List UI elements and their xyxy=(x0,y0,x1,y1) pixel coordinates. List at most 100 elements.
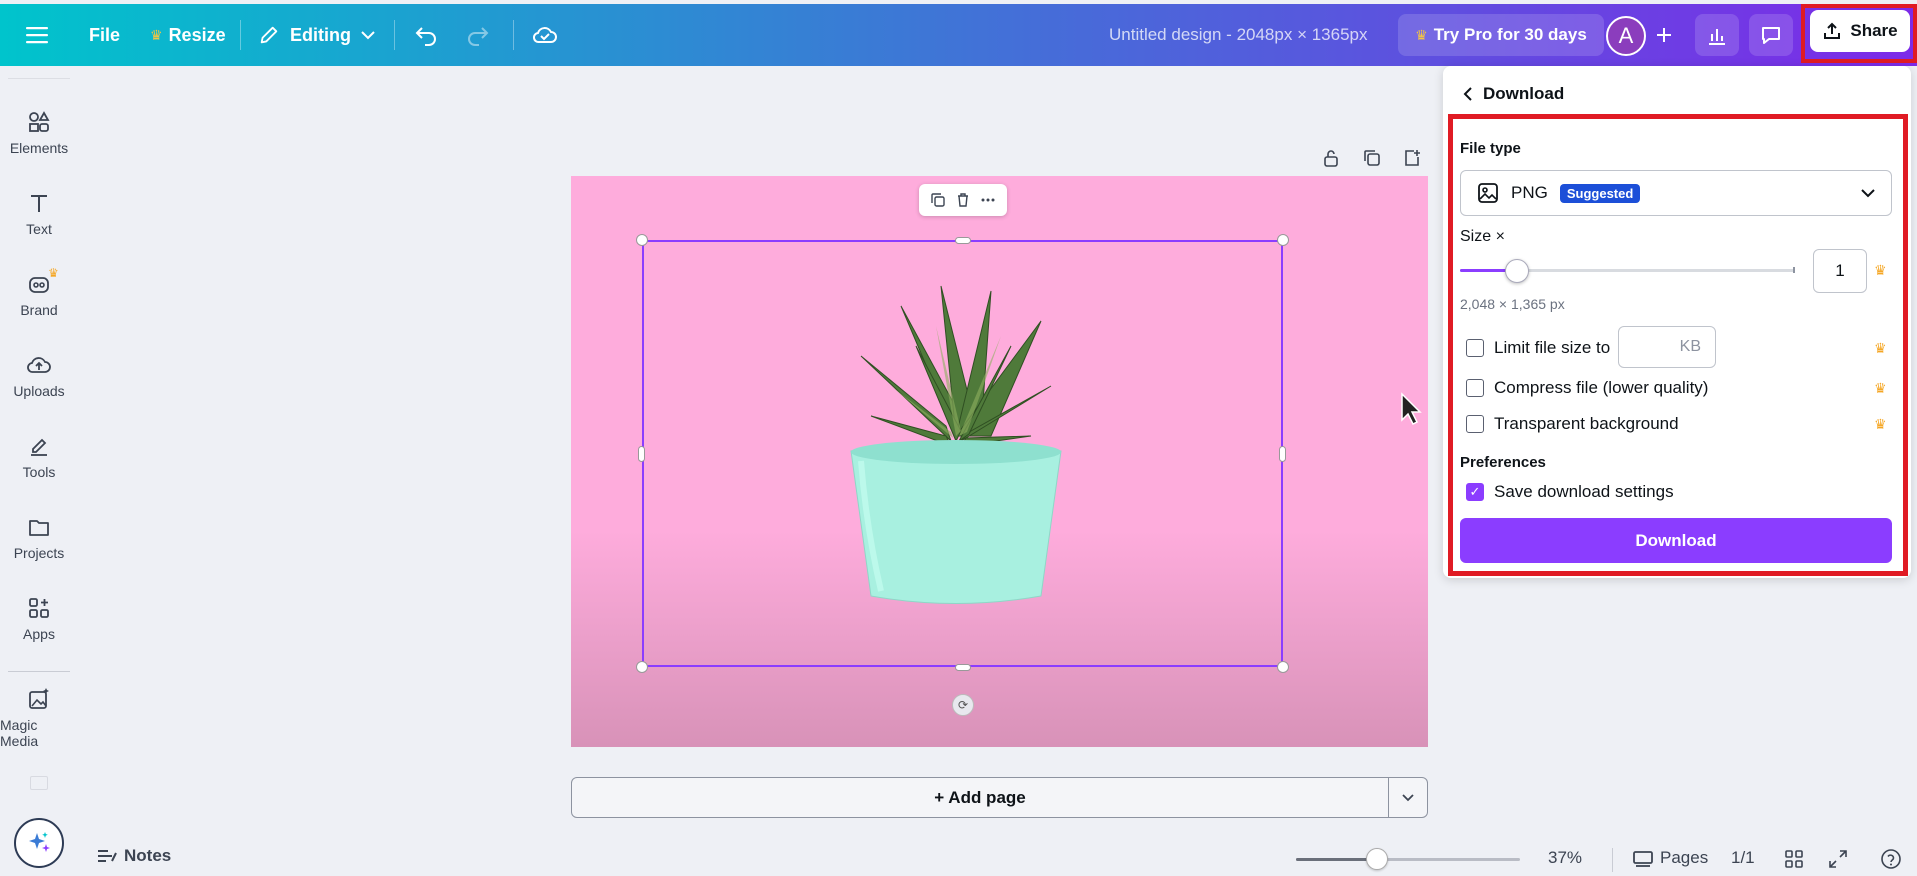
resize-handle-left[interactable] xyxy=(638,446,645,462)
crown-icon: ♛ xyxy=(48,266,59,280)
resize-handle-top-right[interactable] xyxy=(1277,234,1289,246)
resize-handle-bottom[interactable] xyxy=(955,664,971,671)
sidebar-item-tools[interactable]: Tools xyxy=(0,422,78,492)
preferences-label: Preferences xyxy=(1460,454,1546,471)
save-download-settings-option[interactable]: ✓ Save download settings xyxy=(1466,482,1674,502)
selection-box[interactable] xyxy=(642,240,1283,667)
resize-handle-right[interactable] xyxy=(1279,446,1286,462)
sidebar-item-label: Magic Media xyxy=(0,717,39,749)
save-download-settings-checkbox[interactable]: ✓ xyxy=(1466,483,1484,501)
transparent-background-label: Transparent background xyxy=(1494,414,1679,433)
try-pro-button[interactable]: ♛ Try Pro for 30 days xyxy=(1398,14,1604,56)
zoom-slider-fill xyxy=(1296,858,1377,861)
sidebar-item-uploads[interactable]: Uploads xyxy=(0,341,78,411)
resize-handle-bottom-left[interactable] xyxy=(636,661,648,673)
more-options-icon[interactable] xyxy=(980,192,996,208)
sidebar-item-label: Apps xyxy=(23,626,55,642)
compress-file-label: Compress file (lower quality) xyxy=(1494,378,1709,397)
add-collaborator-icon[interactable] xyxy=(1654,4,1674,66)
tools-icon xyxy=(31,438,47,456)
try-pro-label: Try Pro for 30 days xyxy=(1433,25,1587,44)
size-input[interactable]: 1 xyxy=(1813,249,1867,293)
sidebar-item-text[interactable]: Text xyxy=(0,179,78,249)
menu-icon[interactable] xyxy=(26,4,48,66)
limit-file-size-checkbox[interactable] xyxy=(1466,339,1484,357)
more-apps-icon[interactable] xyxy=(30,776,48,790)
zoom-slider-thumb[interactable] xyxy=(1365,848,1388,870)
transparent-background-checkbox[interactable] xyxy=(1466,415,1484,433)
file-menu[interactable]: File xyxy=(89,4,120,66)
top-bar: File ♛ Resize Editing Untitled design - … xyxy=(0,4,1917,66)
duplicate-page-icon[interactable] xyxy=(1358,144,1386,172)
size-slider-thumb[interactable] xyxy=(1504,259,1529,283)
comment-icon[interactable] xyxy=(1749,14,1793,56)
crown-icon: ♛ xyxy=(1874,416,1887,432)
magic-assistant-button[interactable] xyxy=(14,818,64,868)
pages-button-label[interactable]: Pages xyxy=(1660,848,1708,868)
divider xyxy=(1612,848,1613,872)
fullscreen-icon[interactable] xyxy=(1825,846,1851,872)
file-size-kb-input[interactable]: KB xyxy=(1618,326,1716,368)
compress-file-option[interactable]: Compress file (lower quality) xyxy=(1466,378,1708,398)
crown-icon: ♛ xyxy=(1874,380,1887,396)
resize-button[interactable]: ♛ Resize xyxy=(150,4,226,66)
compress-file-checkbox[interactable] xyxy=(1466,379,1484,397)
chevron-down-icon xyxy=(361,31,375,40)
add-page-icon[interactable] xyxy=(1398,144,1426,172)
add-page-label: + Add page xyxy=(934,787,1026,807)
editing-mode-dropdown[interactable]: Editing xyxy=(258,4,375,66)
crown-icon: ♛ xyxy=(1874,262,1887,278)
avatar[interactable]: A xyxy=(1606,16,1646,56)
transparent-background-option[interactable]: Transparent background xyxy=(1466,414,1679,434)
sidebar-item-projects[interactable]: Projects xyxy=(0,503,78,573)
pencil-icon xyxy=(260,26,278,44)
notes-button[interactable]: Notes xyxy=(96,846,171,866)
sidebar-item-brand[interactable]: ♛ Brand xyxy=(0,260,78,330)
add-page-options-button[interactable] xyxy=(1389,777,1428,818)
slider-end-tick xyxy=(1793,267,1795,273)
crown-icon: ♛ xyxy=(1874,340,1887,356)
limit-file-size-option[interactable]: Limit file size to xyxy=(1466,338,1610,358)
add-page-button[interactable]: + Add page xyxy=(571,777,1389,818)
divider xyxy=(240,20,241,50)
download-panel-header[interactable]: Download xyxy=(1463,84,1564,104)
suggested-badge: Suggested xyxy=(1559,183,1641,203)
undo-icon[interactable] xyxy=(414,4,438,66)
cloud-saved-icon[interactable] xyxy=(532,4,558,66)
sidebar-item-elements[interactable]: Elements xyxy=(0,98,78,168)
sidebar-item-label: Text xyxy=(26,221,52,237)
design-title[interactable]: Untitled design - 2048px × 1365px xyxy=(1109,4,1368,66)
element-toolbar xyxy=(919,184,1007,216)
sidebar-item-apps[interactable]: Apps xyxy=(0,584,78,654)
resize-label: Resize xyxy=(168,24,226,45)
lock-page-icon[interactable] xyxy=(1317,144,1345,172)
download-panel-title: Download xyxy=(1483,84,1565,103)
zoom-slider[interactable] xyxy=(1296,858,1520,861)
file-type-label: File type xyxy=(1460,140,1521,157)
editing-label: Editing xyxy=(290,24,351,45)
elements-icon xyxy=(29,111,50,132)
grid-view-icon[interactable] xyxy=(1781,846,1807,872)
sidebar-item-label: Tools xyxy=(22,464,56,480)
help-icon[interactable] xyxy=(1878,846,1904,872)
resize-handle-top-left[interactable] xyxy=(636,234,648,246)
resize-handle-top[interactable] xyxy=(955,237,971,244)
download-button[interactable]: Download xyxy=(1460,518,1892,563)
divider xyxy=(8,78,70,79)
divider xyxy=(394,20,395,50)
projects-icon xyxy=(29,520,49,536)
pages-icon[interactable] xyxy=(1630,846,1656,872)
copy-icon[interactable] xyxy=(930,192,946,208)
text-icon xyxy=(31,195,47,212)
sidebar-item-label: Uploads xyxy=(13,383,65,399)
resize-handle-bottom-right[interactable] xyxy=(1277,661,1289,673)
insights-icon[interactable] xyxy=(1695,14,1739,56)
zoom-percentage[interactable]: 37% xyxy=(1548,848,1582,868)
file-type-dropdown[interactable]: PNG Suggested xyxy=(1460,170,1892,216)
trash-icon[interactable] xyxy=(955,192,971,208)
rotate-handle-icon[interactable]: ⟳ xyxy=(952,694,974,716)
sidebar-item-magic-media[interactable]: Magic Media xyxy=(0,683,78,753)
redo-icon[interactable] xyxy=(466,4,490,66)
crown-icon: ♛ xyxy=(1415,26,1428,43)
apps-icon xyxy=(29,598,49,618)
